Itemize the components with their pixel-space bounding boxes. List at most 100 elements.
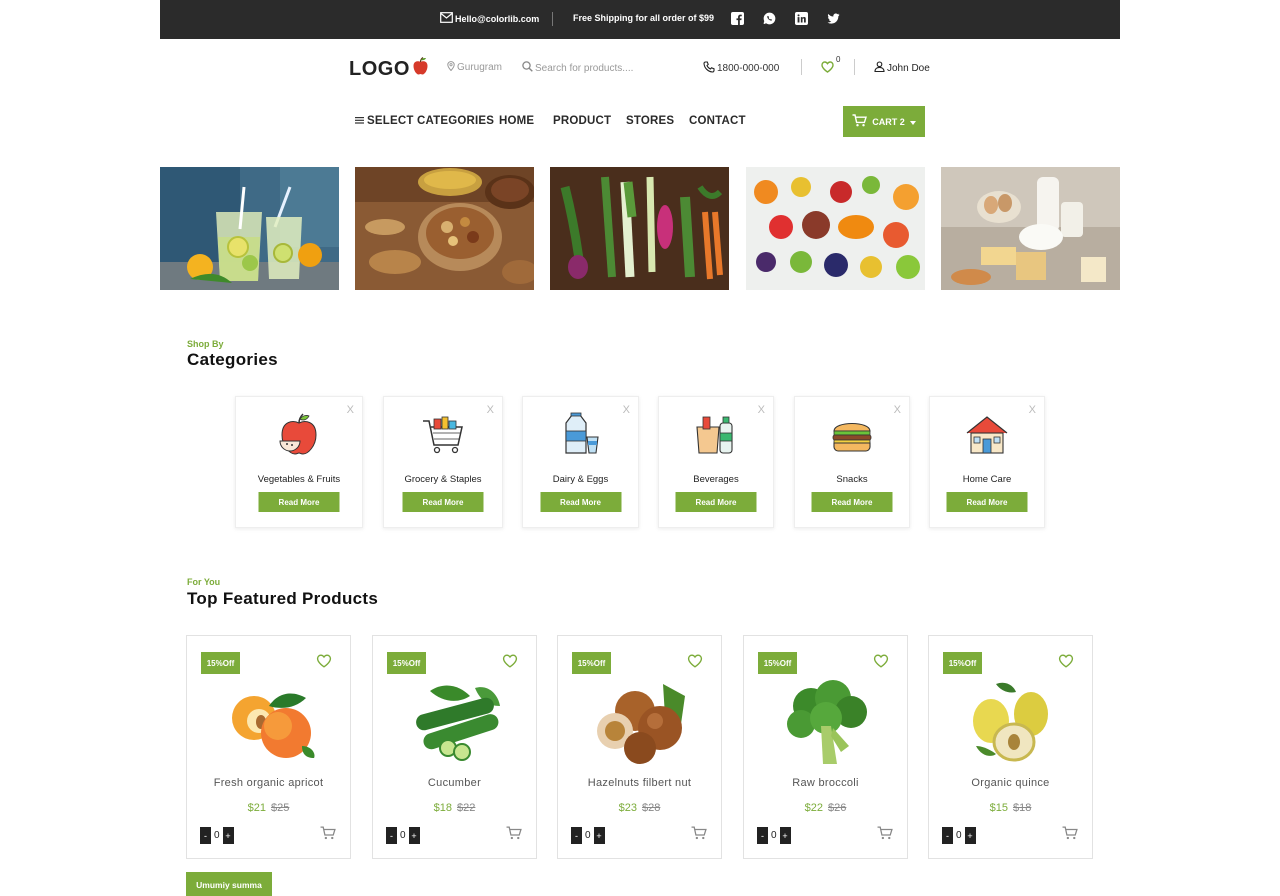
banner-dry-fruits[interactable]	[355, 167, 534, 290]
phone-link[interactable]: 1800-000-000	[703, 61, 779, 76]
email-link[interactable]: Hello@colorlib.com	[440, 12, 539, 25]
cart-button[interactable]: CART 2	[843, 106, 925, 137]
section-title: Top Featured Products	[187, 589, 379, 608]
increment-button[interactable]: +	[779, 827, 791, 844]
wishlist-count: 0	[836, 55, 841, 64]
category-card[interactable]: X Home Care Read More	[929, 396, 1045, 528]
close-icon[interactable]: X	[1029, 404, 1036, 416]
old-price: $22	[457, 802, 476, 814]
product-name[interactable]: Cucumber	[373, 777, 536, 789]
facebook-icon[interactable]	[730, 11, 744, 25]
category-name: Grocery & Staples	[404, 474, 482, 485]
product-image[interactable]	[214, 676, 324, 766]
heart-icon[interactable]	[316, 654, 332, 673]
decrement-button[interactable]: -	[757, 827, 768, 844]
location-selector[interactable]: Gurugram	[447, 61, 502, 74]
current-price: $15	[989, 802, 1008, 814]
apple-logo-icon	[411, 56, 430, 82]
close-icon[interactable]: X	[623, 404, 630, 416]
add-to-cart-icon[interactable]	[320, 826, 336, 845]
product-card[interactable]: 15%Off Cucumber $18 $22 - 0 +	[372, 635, 537, 859]
nav-product[interactable]: PRODUCT	[553, 115, 611, 127]
banner-fruits[interactable]	[746, 167, 925, 290]
decrement-button[interactable]: -	[386, 827, 397, 844]
nav-stores[interactable]: STORES	[626, 115, 674, 127]
category-card[interactable]: X Snacks Read More	[794, 396, 910, 528]
product-image[interactable]	[585, 676, 695, 766]
divider	[552, 12, 553, 26]
read-more-button[interactable]: Read More	[946, 492, 1028, 512]
nav-contact[interactable]: CONTACT	[689, 115, 746, 127]
decrement-button[interactable]: -	[200, 827, 211, 844]
heart-icon[interactable]	[687, 654, 703, 673]
add-to-cart-icon[interactable]	[691, 826, 707, 845]
read-more-button[interactable]: Read More	[258, 492, 340, 512]
burger-icon	[829, 411, 875, 457]
apple-icon	[276, 411, 322, 457]
product-name[interactable]: Organic quince	[929, 777, 1092, 789]
user-account[interactable]: John Doe	[874, 61, 930, 75]
read-more-button[interactable]: Read More	[811, 492, 893, 512]
heart-icon[interactable]	[502, 654, 518, 673]
email-text: Hello@colorlib.com	[455, 13, 540, 24]
nav-home[interactable]: HOME	[499, 115, 534, 127]
category-name: Home Care	[962, 474, 1012, 485]
old-price: $28	[642, 802, 661, 814]
product-name[interactable]: Fresh organic apricot	[187, 777, 350, 789]
current-price: $21	[247, 802, 266, 814]
category-card[interactable]: X Dairy & Eggs Read More	[522, 396, 639, 528]
twitter-icon[interactable]	[826, 11, 840, 25]
read-more-button[interactable]: Read More	[402, 492, 484, 512]
close-icon[interactable]: X	[347, 404, 354, 416]
close-icon[interactable]: X	[758, 404, 765, 416]
product-name[interactable]: Hazelnuts filbert nut	[558, 777, 721, 789]
logo[interactable]: LOGO	[349, 56, 430, 82]
banner-beverages[interactable]	[160, 167, 339, 290]
product-card[interactable]: 15%Off Raw broccoli $22 $26 - 0 +	[743, 635, 908, 859]
category-card[interactable]: X Grocery & Staples Read More	[383, 396, 503, 528]
category-card[interactable]: X Vegetables & Fruits Read More	[235, 396, 363, 528]
search-icon[interactable]	[522, 59, 533, 77]
search-input[interactable]	[535, 62, 655, 74]
total-summary-button[interactable]: Umumiy summa	[186, 872, 272, 896]
add-to-cart-icon[interactable]	[506, 826, 522, 845]
increment-button[interactable]: +	[964, 827, 976, 844]
quantity-value: 0	[771, 830, 777, 841]
product-image[interactable]	[956, 676, 1066, 766]
search-bar[interactable]	[522, 60, 672, 76]
product-card[interactable]: 15%Off Fresh organic apricot $21 $25 - 0…	[186, 635, 351, 859]
product-card[interactable]: 15%Off Hazelnuts filbert nut $23 $28 - 0…	[557, 635, 722, 859]
product-image[interactable]	[771, 676, 881, 766]
product-name[interactable]: Raw broccoli	[744, 777, 907, 789]
product-price: $18 $22	[373, 802, 536, 814]
add-to-cart-icon[interactable]	[877, 826, 893, 845]
close-icon[interactable]: X	[487, 404, 494, 416]
whatsapp-icon[interactable]	[762, 11, 776, 25]
select-categories-menu[interactable]: SELECT CATEGORIES	[355, 115, 494, 127]
increment-button[interactable]: +	[222, 827, 234, 844]
add-to-cart-icon[interactable]	[1062, 826, 1078, 845]
category-card[interactable]: X Beverages Read More	[658, 396, 774, 528]
increment-button[interactable]: +	[408, 827, 420, 844]
decrement-button[interactable]: -	[571, 827, 582, 844]
close-icon[interactable]: X	[894, 404, 901, 416]
increment-button[interactable]: +	[593, 827, 605, 844]
quantity-stepper: - 0 +	[942, 827, 976, 844]
read-more-button[interactable]: Read More	[540, 492, 621, 512]
quantity-stepper: - 0 +	[757, 827, 791, 844]
product-card[interactable]: 15%Off Organic quince $15 $18 - 0 +	[928, 635, 1093, 859]
map-pin-icon	[447, 61, 455, 74]
heart-icon[interactable]	[873, 654, 889, 673]
house-icon	[964, 411, 1010, 457]
heart-icon[interactable]	[1058, 654, 1074, 673]
quantity-stepper: - 0 +	[386, 827, 420, 844]
read-more-button[interactable]: Read More	[675, 492, 757, 512]
linkedin-icon[interactable]	[794, 11, 808, 25]
banner-dairy[interactable]	[941, 167, 1120, 290]
wishlist-button[interactable]: 0	[821, 55, 840, 78]
product-image[interactable]	[400, 676, 510, 766]
top-bar: Hello@colorlib.com Free Shipping for all…	[160, 0, 1120, 39]
decrement-button[interactable]: -	[942, 827, 953, 844]
banner-vegetables[interactable]	[550, 167, 729, 290]
shipping-notice: Free Shipping for all order of $99	[573, 13, 715, 23]
